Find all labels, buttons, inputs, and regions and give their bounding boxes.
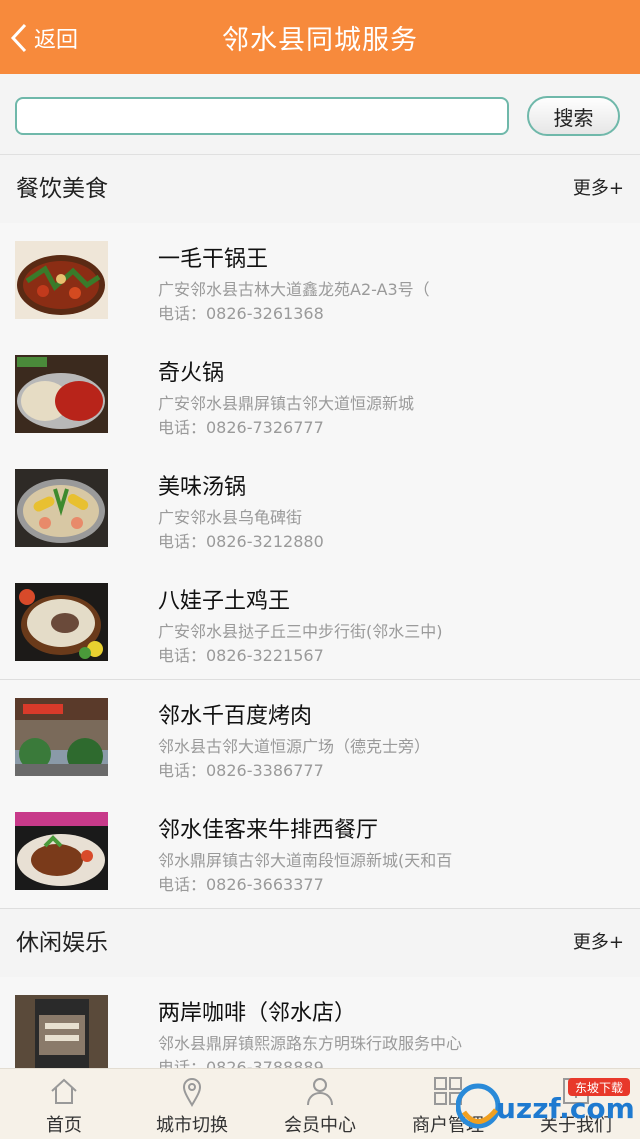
more-link[interactable]: 更多+ — [573, 155, 624, 223]
location-pin-icon — [176, 1075, 208, 1107]
app-header: 返回 邻水县同城服务 — [0, 0, 640, 74]
item-phone: 电话：0826-3261368 — [158, 304, 324, 323]
list-item[interactable]: 奇火锅 广安邻水县鼎屏镇古邻大道恒源新城 电话：0826-7326777 — [0, 337, 640, 452]
tab-label: 城市切换 — [156, 1115, 228, 1136]
item-name: 八娃子土鸡王 — [158, 589, 291, 614]
storefront-photo — [15, 995, 108, 1073]
item-address: 广安邻水县挞子丘三中步行街(邻水三中) — [158, 622, 443, 641]
tab-city-switch[interactable]: 城市切换 — [128, 1069, 256, 1139]
svg-text:东坡下载: 东坡下载 — [575, 1081, 623, 1095]
search-bar: 搜索 — [0, 74, 640, 155]
watermark-logo: uzzf.com 东坡下载 — [455, 1072, 636, 1134]
item-phone: 电话：0826-3663377 — [158, 875, 324, 894]
item-address: 广安邻水县鼎屏镇古邻大道恒源新城 — [158, 394, 415, 413]
list-item[interactable]: 邻水佳客来牛排西餐厅 邻水鼎屏镇古邻大道南段恒源新城(天和百 电话：0826-3… — [0, 794, 640, 909]
section-header-food: 餐饮美食 更多+ — [0, 155, 640, 224]
item-phone: 电话：0826-7326777 — [158, 418, 324, 437]
dish-photo — [15, 583, 108, 661]
section-header-leisure: 休闲娱乐 更多+ — [0, 909, 640, 978]
search-button[interactable]: 搜索 — [527, 96, 620, 136]
list-item[interactable]: 八娃子土鸡王 广安邻水县挞子丘三中步行街(邻水三中) 电话：0826-32215… — [0, 565, 640, 680]
item-name: 一毛干锅王 — [158, 247, 269, 272]
item-name: 美味汤锅 — [158, 475, 247, 500]
svg-text:uzzf.com: uzzf.com — [496, 1092, 635, 1125]
more-link[interactable]: 更多+ — [573, 909, 624, 977]
storefront-photo — [15, 698, 108, 776]
page-title: 邻水县同城服务 — [222, 24, 418, 56]
list-item[interactable]: 一毛干锅王 广安邻水县古林大道鑫龙苑A2-A3号（ 电话：0826-326136… — [0, 223, 640, 338]
section-title: 餐饮美食 — [16, 176, 108, 202]
tab-member-center[interactable]: 会员中心 — [256, 1069, 384, 1139]
search-input[interactable] — [15, 97, 509, 135]
list-item[interactable]: 美味汤锅 广安邻水县乌龟碑街 电话：0826-3212880 — [0, 451, 640, 566]
item-phone: 电话：0826-3212880 — [158, 532, 324, 551]
item-name: 两岸咖啡（邻水店） — [158, 1001, 357, 1026]
item-phone: 电话：0826-3386777 — [158, 761, 324, 780]
item-address: 广安邻水县乌龟碑街 — [158, 508, 303, 527]
item-address: 广安邻水县古林大道鑫龙苑A2-A3号（ — [158, 280, 430, 299]
dish-photo — [15, 469, 108, 547]
item-phone: 电话：0826-3221567 — [158, 646, 324, 665]
item-name: 邻水千百度烤肉 — [158, 704, 313, 729]
item-address: 邻水鼎屏镇古邻大道南段恒源新城(天和百 — [158, 851, 453, 870]
tab-label: 会员中心 — [284, 1115, 356, 1136]
tab-label: 首页 — [46, 1115, 82, 1136]
item-address: 邻水县古邻大道恒源广场（德克士旁） — [158, 737, 431, 756]
item-name: 邻水佳客来牛排西餐厅 — [158, 818, 379, 843]
dish-photo — [15, 812, 108, 890]
dish-photo — [15, 241, 108, 319]
tab-home[interactable]: 首页 — [0, 1069, 128, 1139]
list-item[interactable]: 邻水千百度烤肉 邻水县古邻大道恒源广场（德克士旁） 电话：0826-338677… — [0, 680, 640, 795]
section-title: 休闲娱乐 — [16, 930, 108, 956]
user-icon — [304, 1075, 336, 1107]
dish-photo — [15, 355, 108, 433]
item-name: 奇火锅 — [158, 361, 225, 386]
home-icon — [48, 1075, 80, 1107]
item-address: 邻水县鼎屏镇熙源路东方明珠行政服务中心 — [158, 1034, 463, 1053]
